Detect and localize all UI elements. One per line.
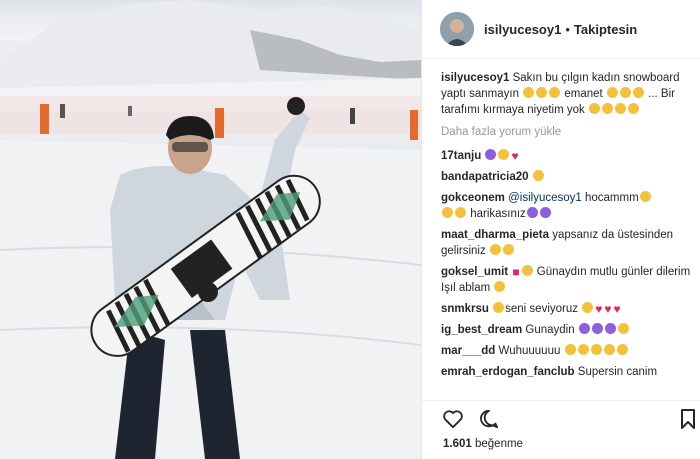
comment: mar___dd Wuhuuuuuu: [441, 343, 693, 359]
comment-bubble-icon[interactable]: [478, 409, 500, 434]
comment: emrah_erdogan_fanclub Supersin canim: [441, 364, 693, 380]
comment-text: hocammm: [585, 192, 639, 204]
comment-username[interactable]: ig_best_dream: [441, 324, 522, 336]
person-emoji-icon: [485, 149, 497, 160]
purple-heart-emoji-icon: [526, 207, 538, 218]
comment-username[interactable]: bandapatricia20: [441, 171, 529, 183]
header-username[interactable]: isilyucesoy1: [484, 22, 561, 37]
comment: goksel_umit ■ Günaydın mutlu günler dile…: [441, 264, 693, 296]
caption-text-2: emanet: [564, 88, 603, 100]
thumbs-up-emoji-icon: [502, 244, 514, 255]
bookmark-icon[interactable]: [680, 409, 696, 434]
laughing-emoji-icon: [619, 87, 631, 98]
laughing-emoji-icon: [582, 302, 594, 313]
laughing-emoji-icon: [602, 103, 613, 114]
comment-mention[interactable]: @isilyucesoy1: [508, 192, 582, 204]
laughing-emoji-icon: [628, 103, 639, 114]
comments-list: isilyucesoy1 Sakın bu çılgın kadın snowb…: [441, 70, 693, 385]
likes-number: 1.601: [443, 438, 472, 450]
smile-emoji-icon: [639, 191, 651, 202]
flag-emoji-icon: ■: [512, 265, 520, 279]
laughing-emoji-icon: [615, 103, 626, 114]
comment-text: Supersin canim: [577, 366, 658, 378]
laughing-emoji-icon: [536, 87, 548, 98]
post-header: isilyucesoy1 • Takiptesin: [422, 0, 700, 59]
post-sidebar: isilyucesoy1 • Takiptesin isilyucesoy1 S…: [421, 0, 700, 459]
comment-text: Gunaydin: [525, 324, 575, 336]
heart-emoji-icon: ♥: [595, 302, 603, 316]
laughing-emoji-icon: [589, 103, 600, 114]
comment: ig_best_dream Gunaydin: [441, 322, 693, 338]
comment-username[interactable]: maat_dharma_pieta: [441, 229, 549, 241]
heart-emoji-icon: ♥: [604, 302, 612, 316]
hand-emoji-icon: [616, 344, 628, 355]
comment-username[interactable]: gokceonem: [441, 192, 505, 204]
laughing-emoji-icon: [632, 87, 644, 98]
laughing-emoji-icon: [606, 87, 618, 98]
heart-eyes-emoji-icon: [442, 207, 453, 218]
snowboard-photo: [0, 0, 421, 459]
person-emoji-icon: [578, 323, 590, 334]
hand-emoji-icon: [603, 344, 615, 355]
hand-emoji-icon: [494, 281, 506, 292]
comment-username[interactable]: snmkrsu: [441, 303, 489, 315]
hug-emoji-icon: [493, 302, 505, 313]
comment-username[interactable]: mar___dd: [441, 345, 495, 357]
smile-emoji-icon: [489, 244, 501, 255]
comment: 17tanju ♥: [441, 148, 693, 164]
heart-eyes-emoji-icon: [455, 207, 466, 218]
comment-text: seni seviyoruz: [505, 303, 579, 315]
flower-emoji-icon: [521, 265, 533, 276]
separator-dot: •: [565, 21, 570, 37]
hand-emoji-icon: [617, 323, 629, 334]
follow-status[interactable]: Takiptesin: [574, 22, 637, 37]
comment-text: Wuhuuuuuu: [498, 345, 561, 357]
laughing-emoji-icon: [577, 344, 589, 355]
smile-emoji-icon: [498, 149, 510, 160]
post-photo[interactable]: [0, 0, 421, 459]
comment-username[interactable]: emrah_erdogan_fanclub: [441, 366, 575, 378]
comment-text-2: harikasınız: [470, 208, 526, 220]
laughing-emoji-icon: [532, 170, 544, 181]
heart-emoji-icon: ♥: [613, 302, 621, 316]
heart-emoji-icon: ♥: [511, 149, 519, 163]
comment: bandapatricia20: [441, 169, 693, 185]
caption: isilyucesoy1 Sakın bu çılgın kadın snowb…: [441, 70, 693, 118]
avatar[interactable]: [440, 12, 474, 46]
comment: gokceonem @isilyucesoy1 hocammm harikası…: [441, 190, 693, 222]
hand-emoji-icon: [590, 344, 602, 355]
comment: maat_dharma_pieta yapsanız da üstesinden…: [441, 227, 693, 259]
caption-username[interactable]: isilyucesoy1: [441, 72, 509, 84]
heart-outline-icon[interactable]: [442, 409, 464, 434]
likes-count[interactable]: 1.601 beğenme: [443, 438, 523, 450]
person-emoji-icon: [604, 323, 616, 334]
comment: snmkrsu seni seviyoruz ♥ ♥ ♥: [441, 301, 693, 317]
laughing-emoji-icon: [523, 87, 535, 98]
person-emoji-icon: [591, 323, 603, 334]
laughing-emoji-icon: [564, 344, 576, 355]
comment-username[interactable]: 17tanju: [441, 150, 481, 162]
laughing-emoji-icon: [549, 87, 561, 98]
likes-label: beğenme: [474, 438, 523, 450]
comment-username[interactable]: goksel_umit: [441, 266, 508, 278]
load-more-comments[interactable]: Daha fazla yorum yükle: [441, 124, 693, 140]
purple-heart-emoji-icon: [539, 207, 551, 218]
action-bar: [422, 400, 700, 435]
